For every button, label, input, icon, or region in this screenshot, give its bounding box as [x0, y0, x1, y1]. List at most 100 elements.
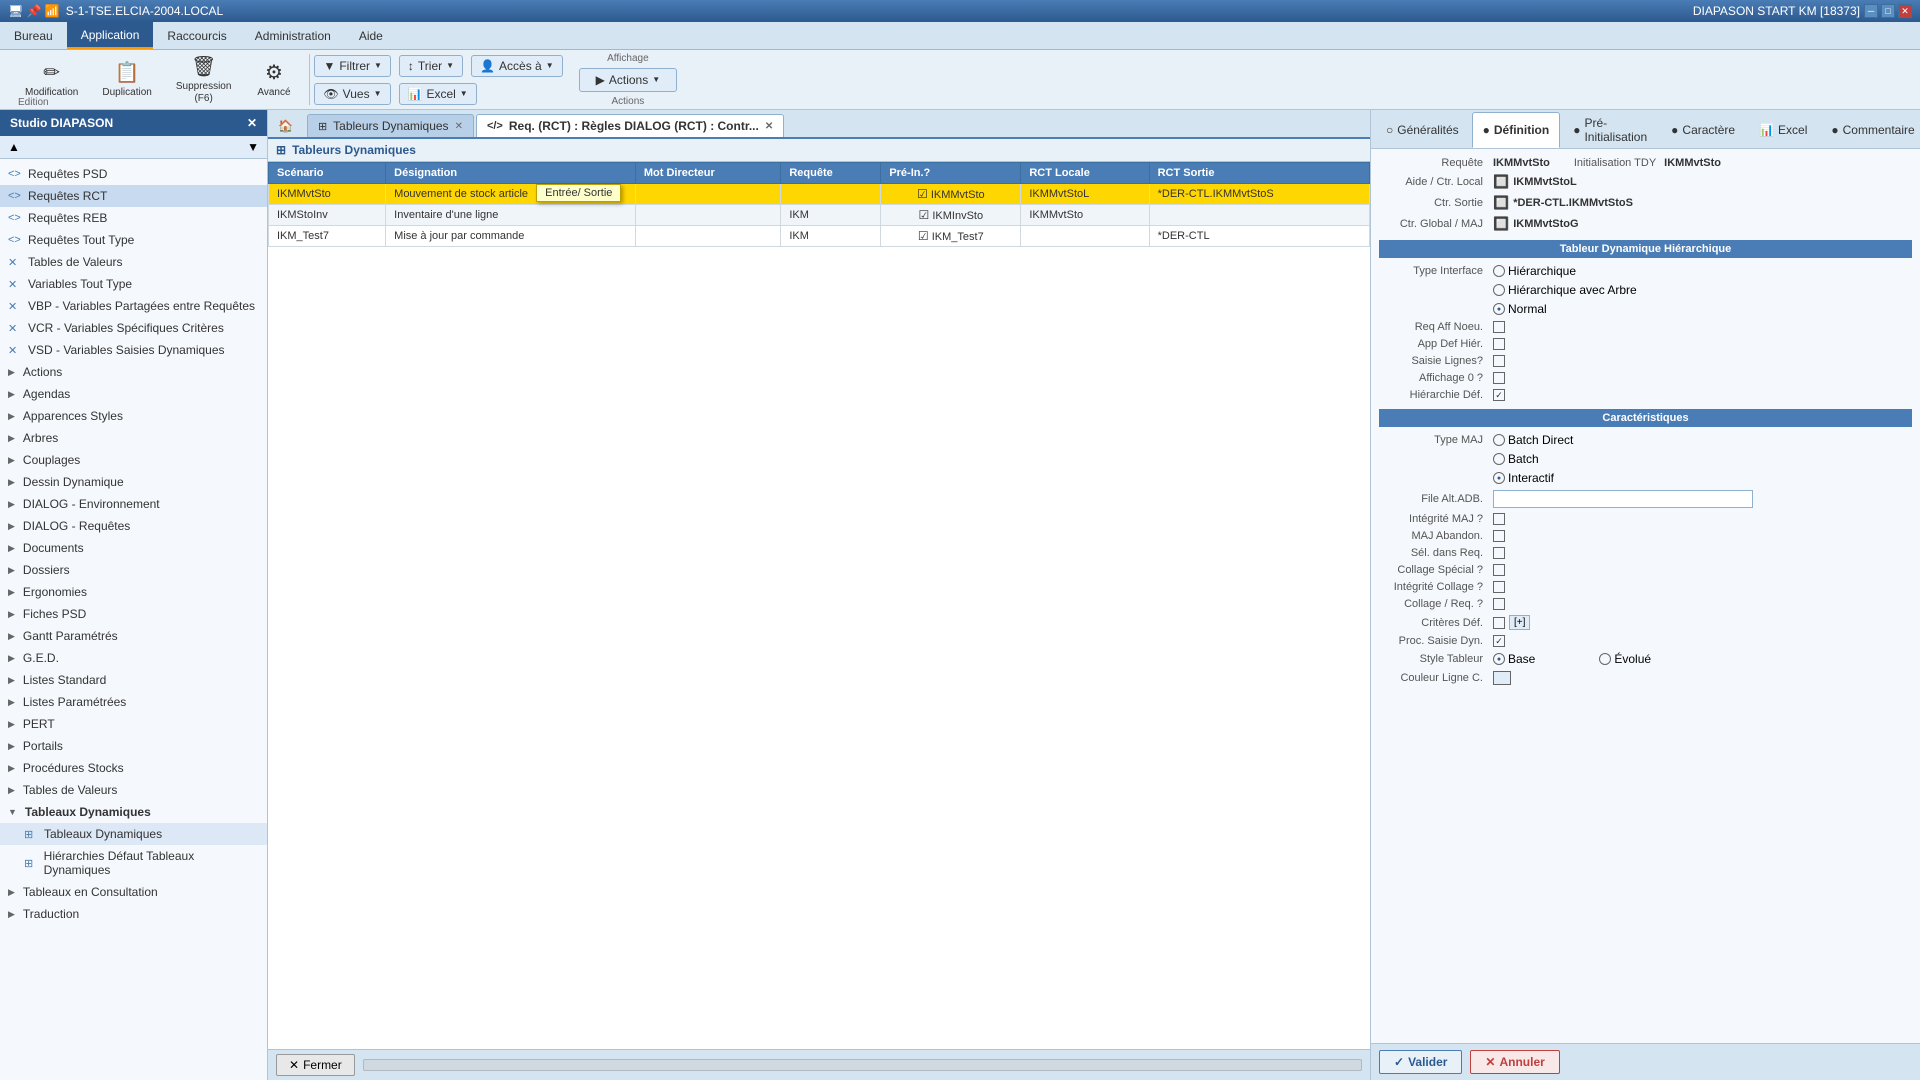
right-tab-pre-initialisation[interactable]: ● Pré-Initialisation — [1562, 112, 1658, 148]
sidebar-item-dossiers[interactable]: ▶ Dossiers — [0, 559, 267, 581]
excel-button[interactable]: 📊 Excel ▼ — [399, 83, 477, 105]
table-row[interactable]: IKMStoInv Inventaire d'une ligne IKM ☑ I… — [269, 205, 1370, 226]
right-tab-generalites[interactable]: ○ Généralités — [1375, 112, 1470, 148]
radio-hierarchique[interactable]: Hiérarchique — [1493, 264, 1576, 278]
trier-button[interactable]: ↕ Trier ▼ — [399, 55, 463, 77]
radio-hierarchique-arbre[interactable]: Hiérarchique avec Arbre — [1493, 283, 1637, 297]
integrite-maj-checkbox[interactable] — [1493, 513, 1505, 525]
sidebar-item-listes-parametrees[interactable]: ▶ Listes Paramétrées — [0, 691, 267, 713]
sidebar-item-requetes-reb[interactable]: <> Requêtes REB — [0, 207, 267, 229]
sidebar-label-ergonomies: Ergonomies — [23, 585, 87, 599]
sidebar-item-documents[interactable]: ▶ Documents — [0, 537, 267, 559]
sidebar-item-vcr[interactable]: ✕ VCR - Variables Spécifiques Critères — [0, 317, 267, 339]
fermer-button[interactable]: ✕ Fermer — [276, 1054, 355, 1076]
sidebar-item-dialog-environnement[interactable]: ▶ DIALOG - Environnement — [0, 493, 267, 515]
sel-dans-req-checkbox[interactable] — [1493, 547, 1505, 559]
right-tab-definition[interactable]: ● Définition — [1472, 112, 1561, 148]
sidebar-item-procedures-stocks[interactable]: ▶ Procédures Stocks — [0, 757, 267, 779]
table-row[interactable]: IKM_Test7 Mise à jour par commande IKM ☑… — [269, 226, 1370, 247]
hierarchie-def-checkbox[interactable] — [1493, 389, 1505, 401]
collage-special-checkbox[interactable] — [1493, 564, 1505, 576]
vues-button[interactable]: 👁 Vues ▼ — [314, 83, 390, 105]
menu-administration[interactable]: Administration — [241, 22, 345, 49]
right-tab-caractere[interactable]: ● Caractère — [1660, 112, 1746, 148]
right-tab-commentaire[interactable]: ● Commentaire — [1820, 112, 1920, 148]
sidebar-nav-up[interactable]: ▲ — [4, 138, 24, 156]
sidebar-item-requetes-psd[interactable]: <> Requêtes PSD — [0, 163, 267, 185]
menu-raccourcis[interactable]: Raccourcis — [153, 22, 240, 49]
radio-batch-direct[interactable]: Batch Direct — [1493, 433, 1573, 447]
menu-aide[interactable]: Aide — [345, 22, 397, 49]
sidebar-item-dialog-requetes[interactable]: ▶ DIALOG - Requêtes — [0, 515, 267, 537]
radio-base-dot — [1493, 653, 1505, 665]
duplication-button[interactable]: 📋 Duplication — [93, 54, 160, 106]
maj-abandon-checkbox[interactable] — [1493, 530, 1505, 542]
sidebar-item-tables-valeurs[interactable]: ✕ Tables de Valeurs — [0, 251, 267, 273]
saisie-lignes-checkbox[interactable] — [1493, 355, 1505, 367]
avance-button[interactable]: ⚙ Avancé — [246, 54, 301, 106]
tab-req-close[interactable]: ✕ — [765, 121, 773, 132]
maximize-button[interactable]: □ — [1881, 4, 1895, 18]
tab-req-rct[interactable]: </> Req. (RCT) : Règles DIALOG (RCT) : C… — [476, 114, 784, 137]
sidebar-item-fiches-psd[interactable]: ▶ Fiches PSD — [0, 603, 267, 625]
radio-interactif[interactable]: Interactif — [1493, 471, 1554, 485]
sidebar-item-traduction[interactable]: ▶ Traduction — [0, 903, 267, 925]
sidebar-item-vsd[interactable]: ✕ VSD - Variables Saisies Dynamiques — [0, 339, 267, 361]
collage-req-checkbox[interactable] — [1493, 598, 1505, 610]
sidebar-item-portails[interactable]: ▶ Portails — [0, 735, 267, 757]
sidebar-item-couplages[interactable]: ▶ Couplages — [0, 449, 267, 471]
sidebar-item-vbp[interactable]: ✕ VBP - Variables Partagées entre Requêt… — [0, 295, 267, 317]
file-alt-adb-input[interactable] — [1493, 490, 1753, 508]
criteres-def-checkbox[interactable] — [1493, 617, 1505, 629]
sidebar-item-actions[interactable]: ▶ Actions — [0, 361, 267, 383]
sidebar-item-gantt[interactable]: ▶ Gantt Paramétrés — [0, 625, 267, 647]
criteres-def-plus-button[interactable]: [+] — [1509, 615, 1530, 630]
sidebar-item-tableaux-consultation[interactable]: ▶ Tableaux en Consultation — [0, 881, 267, 903]
req-aff-noeu-checkbox[interactable] — [1493, 321, 1505, 333]
sidebar-item-tableaux-dynamiques[interactable]: ▼ Tableaux Dynamiques — [0, 801, 267, 823]
radio-base[interactable]: Base — [1493, 652, 1535, 666]
right-tab-excel[interactable]: 📊 Excel — [1748, 112, 1818, 148]
filtrer-button[interactable]: ▼ Filtrer ▼ — [314, 55, 390, 77]
couleur-ligne-c-swatch[interactable] — [1493, 671, 1511, 685]
sidebar-item-requetes-tout-type[interactable]: <> Requêtes Tout Type — [0, 229, 267, 251]
sidebar-item-apparences-styles[interactable]: ▶ Apparences Styles — [0, 405, 267, 427]
table-scroll-container[interactable]: Scénario Désignation Mot Directeur Requê… — [268, 162, 1370, 1049]
table-row[interactable]: IKMMvtSto Mouvement de stock article Ent… — [269, 184, 1370, 205]
sidebar-item-ergonomies[interactable]: ▶ Ergonomies — [0, 581, 267, 603]
window-controls[interactable]: ─ □ ✕ — [1864, 4, 1912, 18]
sidebar-item-variables-tout-type[interactable]: ✕ Variables Tout Type — [0, 273, 267, 295]
tab-tableurs-close[interactable]: ✕ — [455, 121, 463, 132]
annuler-button[interactable]: ✕ Annuler — [1470, 1050, 1559, 1074]
acces-button[interactable]: 👤 Accès à ▼ — [471, 55, 563, 77]
radio-batch[interactable]: Batch — [1493, 452, 1539, 466]
home-icon[interactable]: 🏠 — [272, 115, 299, 137]
valider-button[interactable]: ✓ Valider — [1379, 1050, 1462, 1074]
radio-evolue[interactable]: Évolué — [1599, 652, 1651, 666]
sidebar-item-hierarchies-defaut[interactable]: ⊞ Hiérarchies Défaut Tableaux Dynamiques — [0, 845, 267, 881]
horizontal-scrollbar[interactable] — [363, 1059, 1362, 1071]
sidebar-item-requetes-rct[interactable]: <> Requêtes RCT — [0, 185, 267, 207]
sidebar-nav-down[interactable]: ▼ — [243, 138, 263, 156]
sidebar-item-ged[interactable]: ▶ G.E.D. — [0, 647, 267, 669]
close-button[interactable]: ✕ — [1898, 4, 1912, 18]
sidebar-item-pert[interactable]: ▶ PERT — [0, 713, 267, 735]
suppression-button[interactable]: 🗑 Suppression(F6) — [167, 54, 241, 106]
app-def-hier-checkbox[interactable] — [1493, 338, 1505, 350]
sidebar-item-tableaux-dynamiques-sub[interactable]: ⊞ Tableaux Dynamiques — [0, 823, 267, 845]
sidebar-item-listes-standard[interactable]: ▶ Listes Standard — [0, 669, 267, 691]
sidebar-close-button[interactable]: ✕ — [247, 116, 257, 130]
tab-tableurs-dynamiques[interactable]: ⊞ Tableurs Dynamiques ✕ — [307, 114, 474, 137]
sidebar-item-tables-valeurs2[interactable]: ▶ Tables de Valeurs — [0, 779, 267, 801]
affichage-0-checkbox[interactable] — [1493, 372, 1505, 384]
minimize-button[interactable]: ─ — [1864, 4, 1878, 18]
radio-normal[interactable]: Normal — [1493, 302, 1547, 316]
sidebar-item-arbres[interactable]: ▶ Arbres — [0, 427, 267, 449]
actions-button[interactable]: ▶ Actions ▼ — [579, 68, 678, 92]
sidebar-item-agendas[interactable]: ▶ Agendas — [0, 383, 267, 405]
proc-saisie-dyn-checkbox[interactable] — [1493, 635, 1505, 647]
sidebar-item-dessin-dynamique[interactable]: ▶ Dessin Dynamique — [0, 471, 267, 493]
menu-application[interactable]: Application — [67, 22, 154, 49]
menu-bureau[interactable]: Bureau — [0, 22, 67, 49]
integrite-collage-checkbox[interactable] — [1493, 581, 1505, 593]
